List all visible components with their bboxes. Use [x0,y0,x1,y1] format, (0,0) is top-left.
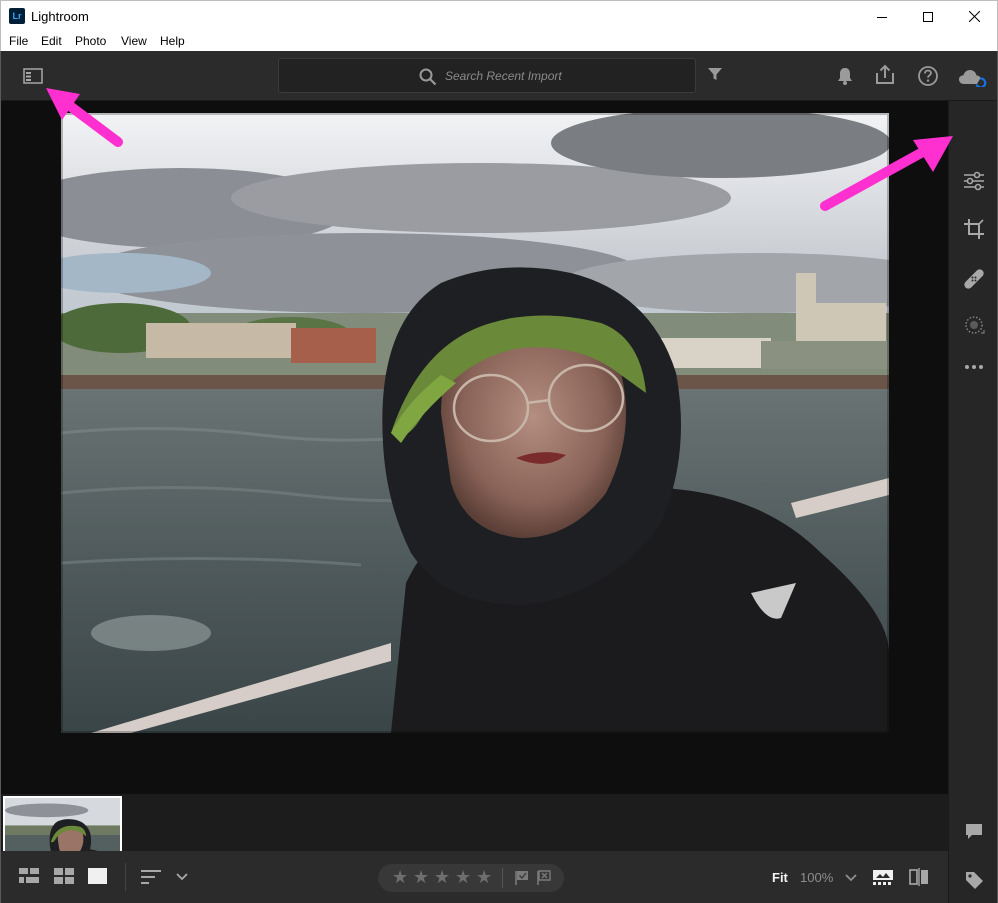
maximize-icon [923,11,933,22]
search-icon [419,68,437,86]
more-tools-button[interactable] [962,355,986,379]
menu-edit[interactable]: Edit [41,34,62,48]
reject-flag-icon[interactable] [536,870,552,886]
panel-toggle-icon [23,68,43,84]
sort-icon [141,870,161,884]
crop-button[interactable] [962,217,986,241]
compare-view-button[interactable] [909,868,929,886]
crop-icon [964,219,984,239]
filter-icon[interactable] [707,67,723,81]
zoom-percent-button[interactable]: 100% [800,870,833,885]
lightroom-logo-icon: Lr [9,8,25,24]
edit-sliders-icon [964,171,984,191]
tag-icon [966,872,983,889]
filmstrip-toggle-button[interactable] [873,870,893,886]
star-4-icon[interactable]: ★ [455,867,471,887]
star-2-icon[interactable]: ★ [413,867,429,887]
filmstrip-icon [873,870,893,885]
close-icon [968,11,980,22]
menu-photo[interactable]: Photo [75,34,106,48]
window-title-bar: Lr Lightroom [0,0,998,31]
zoom-dropdown-button[interactable] [845,874,857,882]
masking-button[interactable] [962,313,986,337]
help-icon[interactable] [917,65,939,87]
grid-view-icon [19,868,39,883]
healing-icon [964,269,984,289]
comments-button[interactable] [962,820,986,844]
minimize-button[interactable] [859,1,905,32]
main-photo[interactable] [61,113,889,733]
rating-divider [502,868,503,888]
star-3-icon[interactable]: ★ [434,867,450,887]
lightroom-app: ★ ★ ★ ★ ★ Fit 100% [0,51,998,903]
more-icon [965,365,983,369]
chevron-down-icon [176,873,188,881]
panel-toggle-button[interactable] [21,66,45,86]
minimize-icon [877,16,887,18]
keywords-button[interactable] [962,868,986,892]
close-button[interactable] [951,1,997,32]
photo-image [61,113,889,733]
search-box[interactable] [278,58,696,93]
menu-file[interactable]: File [9,34,28,48]
share-icon[interactable] [874,64,896,86]
top-toolbar [1,51,997,101]
cloud-sync-icon[interactable] [958,67,988,87]
star-1-icon[interactable]: ★ [392,867,408,887]
window-title: Lightroom [31,9,89,24]
star-5-icon[interactable]: ★ [476,867,492,887]
detail-view-icon [88,868,107,884]
photo-grid-icon [54,868,74,884]
comment-icon [966,824,982,839]
square-grid-view-button[interactable] [19,868,39,884]
menu-help[interactable]: Help [160,34,185,48]
edit-button[interactable] [962,169,986,193]
pick-flag-icon[interactable] [514,870,530,886]
menu-bar: File Edit Photo View Help [0,31,998,51]
healing-button[interactable] [962,267,986,291]
photo-grid-view-button[interactable] [54,868,74,884]
maximize-button[interactable] [905,1,951,32]
sort-dropdown-button[interactable] [176,873,188,881]
detail-view-button[interactable] [88,868,108,884]
zoom-fit-button[interactable]: Fit [772,870,788,885]
right-toolbar [948,101,997,903]
compare-icon [909,868,928,886]
bell-icon[interactable] [836,66,854,86]
search-input[interactable] [445,67,685,85]
photo-viewer [1,101,948,794]
masking-icon [965,316,985,334]
bottom-toolbar: ★ ★ ★ ★ ★ Fit 100% [1,851,948,903]
rating-flag-bar: ★ ★ ★ ★ ★ [378,864,564,892]
sort-button[interactable] [141,870,161,884]
chevron-down-icon [845,874,857,882]
toolbar-divider [125,863,126,891]
menu-view[interactable]: View [121,34,147,48]
